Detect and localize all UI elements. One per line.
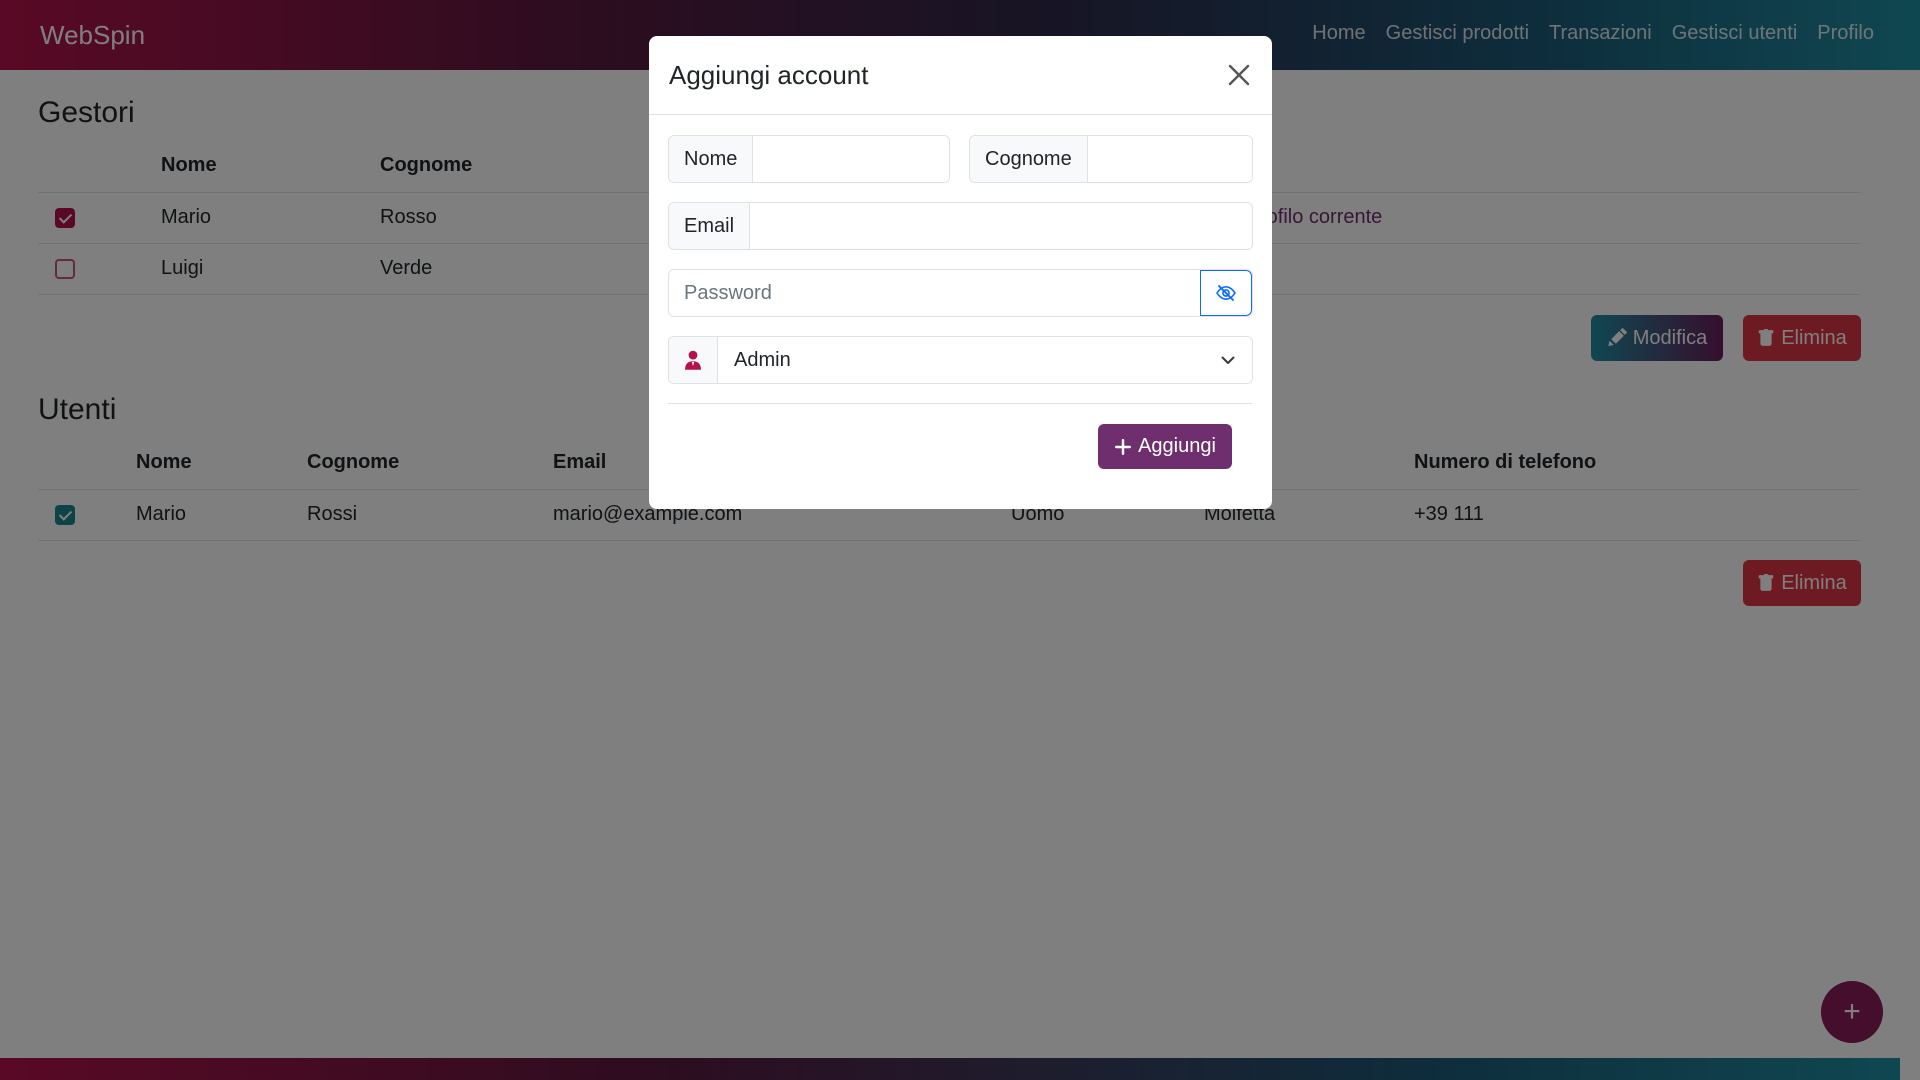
email-input[interactable] — [750, 203, 1252, 249]
nome-input[interactable] — [753, 136, 949, 182]
password-input-group — [668, 269, 1253, 317]
nome-input-group: Nome — [668, 135, 950, 183]
cognome-label: Cognome — [970, 136, 1088, 182]
role-select[interactable]: Admin — [718, 337, 1252, 383]
aggiungi-label: Aggiungi — [1138, 435, 1216, 457]
email-input-group: Email — [668, 202, 1253, 250]
modal-title: Aggiungi account — [669, 60, 869, 90]
role-selected-value: Admin — [734, 348, 791, 371]
eye-slash-icon — [1216, 284, 1236, 302]
modal-divider — [668, 403, 1252, 404]
chevron-down-icon — [1221, 356, 1235, 364]
toggle-password-button[interactable] — [1200, 270, 1252, 316]
modal-header: Aggiungi account — [649, 36, 1272, 115]
aggiungi-account-modal: Aggiungi account Nome Cognome Email Admi… — [649, 36, 1272, 509]
password-input[interactable] — [669, 270, 1200, 316]
role-addon — [669, 337, 718, 383]
person-icon — [685, 350, 701, 370]
plus-icon — [1115, 438, 1132, 455]
nome-label: Nome — [669, 136, 754, 182]
cognome-input[interactable] — [1087, 136, 1252, 182]
role-select-group: Admin — [668, 336, 1253, 384]
aggiungi-button[interactable]: Aggiungi — [1098, 424, 1232, 469]
cognome-input-group: Cognome — [969, 135, 1253, 183]
email-label: Email — [669, 203, 751, 249]
close-icon[interactable] — [1224, 60, 1254, 90]
